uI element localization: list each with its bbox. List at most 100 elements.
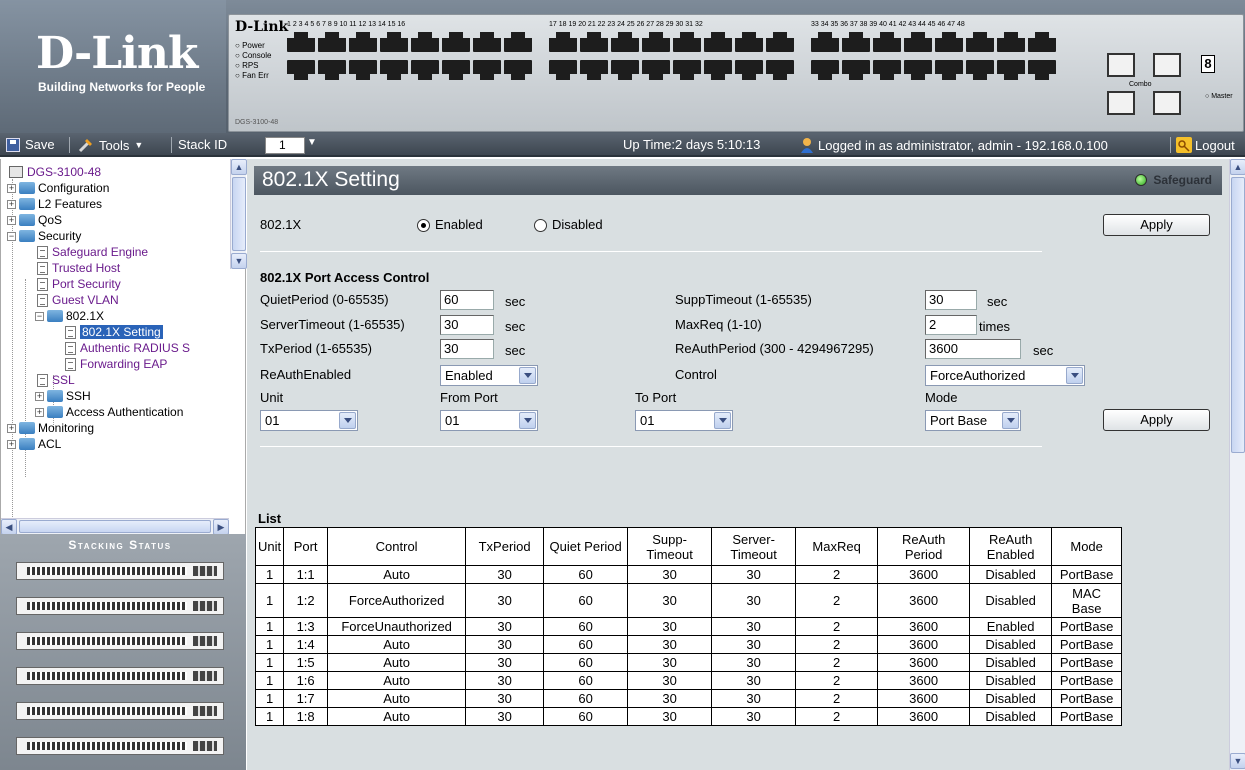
ethernet-port [966,32,994,52]
scrollbar-thumb[interactable] [1231,177,1245,453]
dot1x-enabled-radio[interactable] [417,219,430,232]
unit-select[interactable]: 01 [260,410,358,431]
supp-timeout-input[interactable]: 30 [925,290,977,310]
tree-item-ssh[interactable]: + SSH [35,388,91,404]
stack-unit[interactable] [16,667,224,685]
scrollbar-thumb[interactable] [232,177,246,251]
apply-button[interactable]: Apply [1103,214,1210,236]
stack-id-select[interactable]: 1 [265,137,305,154]
scroll-left-icon[interactable]: ◀ [1,519,17,535]
key-icon [1176,137,1192,153]
chevron-down-icon[interactable] [714,412,731,429]
chevron-down-icon[interactable] [1066,367,1083,384]
stacking-status-panel: Stacking Status [0,534,246,770]
expand-icon[interactable]: + [7,199,16,209]
stack-unit[interactable] [16,632,224,650]
server-timeout-input[interactable]: 30 [440,315,494,335]
tx-period-input[interactable]: 30 [440,339,494,359]
folder-icon [47,390,63,402]
scrollbar-thumb[interactable] [19,520,211,533]
expand-icon[interactable]: + [35,407,44,417]
scroll-down-icon[interactable]: ▼ [231,253,247,269]
collapse-icon[interactable]: − [7,231,16,241]
tree-item-trusted-host[interactable]: Trusted Host [37,260,120,276]
tree-root[interactable]: DGS-3100-48 [9,164,101,180]
tree-item-authentic-radius[interactable]: Authentic RADIUS S [65,340,190,356]
tree-item-port-security[interactable]: Port Security [37,276,121,292]
tree-item-802-1x-setting[interactable]: 802.1X Setting [65,324,163,340]
stack-unit[interactable] [16,702,224,720]
tree-item-qos[interactable]: + QoS [7,212,62,228]
logout-button[interactable]: Logout [1176,137,1235,153]
expand-icon[interactable]: + [35,391,44,401]
table-body: 1 1:1 Auto 30 60 30 30 2 3600 Disabled PortBase 1 1:… [254,565,1123,726]
ethernet-port [811,32,839,52]
from-port-select[interactable]: 01 [440,410,538,431]
chevron-down-icon[interactable] [519,412,536,429]
ethernet-port [504,32,532,52]
to-port-select[interactable]: 01 [635,410,733,431]
scroll-right-icon[interactable]: ▶ [213,519,229,535]
collapse-icon[interactable]: − [35,311,44,321]
mode-select[interactable]: Port Base [925,410,1021,431]
tools-menu[interactable]: Tools ▼ [78,137,143,153]
expand-icon[interactable]: + [7,439,16,449]
scroll-up-icon[interactable]: ▲ [231,159,247,175]
table-cell: 60 [543,635,629,654]
stack-unit[interactable] [16,597,224,615]
stack-unit[interactable] [16,737,224,755]
ethernet-port [673,32,701,52]
ethernet-port [904,60,932,80]
tree-item-monitoring[interactable]: + Monitoring [7,420,94,436]
control-select[interactable]: ForceAuthorized [925,365,1085,386]
chevron-down-icon[interactable] [1002,412,1019,429]
tree-item-forwarding-eap[interactable]: Forwarding EAP [65,356,167,372]
expand-icon[interactable]: + [7,183,16,193]
tree-item-security[interactable]: − Security [7,228,81,244]
table-cell: 2 [795,583,879,618]
supp-timeout-label: SuppTimeout (1-65535) [675,292,812,307]
expand-icon[interactable]: + [7,423,16,433]
tree-item-acl[interactable]: + ACL [7,436,61,452]
quiet-period-input[interactable]: 60 [440,290,494,310]
expand-icon[interactable]: + [7,215,16,225]
table-cell: Auto [327,565,467,584]
apply-ports-button[interactable]: Apply [1103,409,1210,431]
scroll-up-icon[interactable]: ▲ [1230,159,1245,175]
dot1x-disabled-radio[interactable] [534,219,547,232]
tree-item-safeguard-engine[interactable]: Safeguard Engine [37,244,148,260]
tree-item-guest-vlan[interactable]: Guest VLAN [37,292,119,308]
scroll-down-icon[interactable]: ▼ [1230,753,1245,769]
save-button[interactable]: Save [6,137,55,152]
tree-item-ssl[interactable]: SSL [37,372,75,388]
tree-item-access-authentication[interactable]: + Access Authentication [35,404,183,420]
table-cell: 30 [465,653,545,672]
chevron-down-icon[interactable] [519,367,536,384]
table-cell: PortBase [1051,707,1123,726]
tree-vertical-scrollbar[interactable]: ▲ ▼ [230,159,247,269]
tree-item-l2-features[interactable]: + L2 Features [7,196,102,212]
ethernet-port [873,60,901,80]
device-front-panel[interactable]: D-Link ○ Power ○ Console ○ RPS ○ Fan Err… [228,14,1244,132]
unit-label: Unit [260,390,284,405]
reauth-period-input[interactable]: 3600 [925,339,1021,359]
chevron-down-icon[interactable]: ▼ [307,137,317,148]
ethernet-port [766,32,794,52]
ethernet-port [997,32,1025,52]
stack-unit[interactable] [16,562,224,580]
table-cell: 30 [627,671,713,690]
table-cell: Disabled [969,583,1053,618]
tree-horizontal-scrollbar[interactable]: ◀ ▶ [1,518,229,535]
maxreq-input[interactable]: 2 [925,315,977,335]
column-header: TxPeriod [465,527,545,566]
tree-item-802-1x[interactable]: −802.1X [35,308,104,324]
folder-icon [19,422,35,434]
ethernet-port [1028,32,1056,52]
tree-item-configuration[interactable]: + Configuration [7,180,109,196]
table-cell: 30 [711,565,797,584]
reauth-enabled-select[interactable]: Enabled [440,365,538,386]
column-header: ReAuth Enabled [969,527,1053,566]
table-cell: PortBase [1051,565,1123,584]
main-vertical-scrollbar[interactable]: ▲ ▼ [1229,159,1245,770]
chevron-down-icon[interactable] [339,412,356,429]
